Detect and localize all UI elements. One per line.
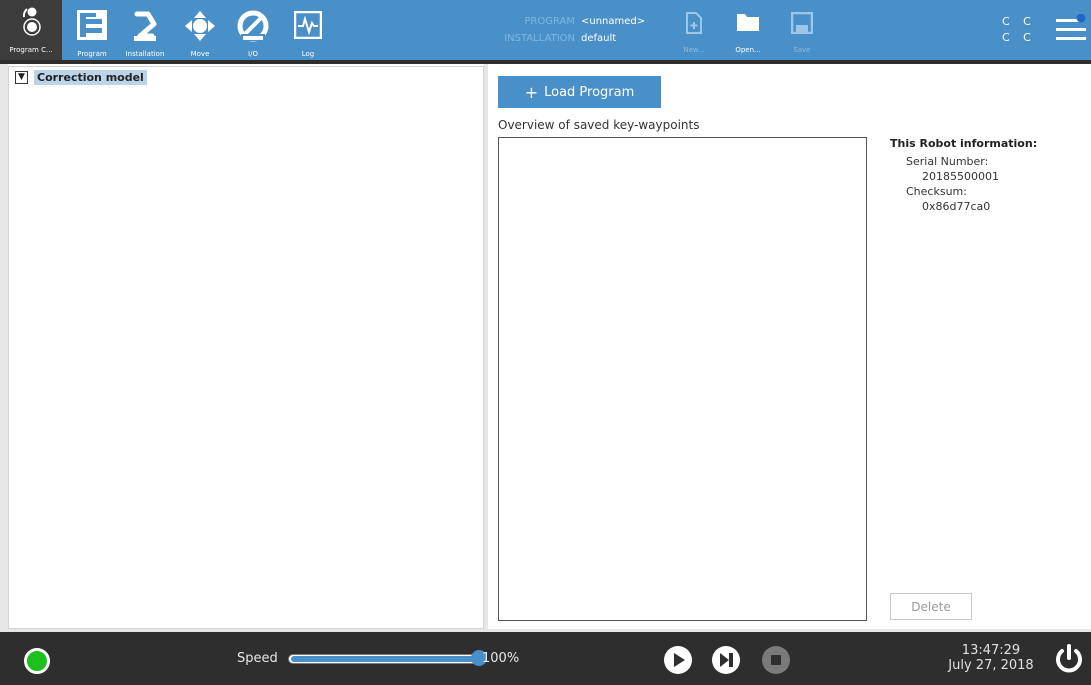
delete-button[interactable]: Delete <box>890 593 972 620</box>
hamburger-menu-button[interactable] <box>1056 13 1086 44</box>
checksum-value: 0x86d77ca0 <box>922 200 991 213</box>
new-file-label: New... <box>683 46 705 54</box>
program-key: PROGRAM <box>524 16 575 27</box>
open-file-button[interactable]: Open... <box>726 0 770 60</box>
play-icon <box>674 653 685 667</box>
serial-number-label: Serial Number: <box>906 155 989 168</box>
io-gauge-icon <box>237 10 269 42</box>
program-tree-panel: ▼ Correction model <box>8 66 484 629</box>
power-button[interactable] <box>1054 644 1084 674</box>
tab-label: I/O <box>248 50 258 58</box>
stop-icon <box>771 655 781 665</box>
plus-icon: + <box>524 82 539 102</box>
robot-status-indicator[interactable] <box>24 648 50 674</box>
stop-button[interactable] <box>762 646 790 674</box>
save-disk-icon <box>791 12 813 34</box>
tab-installation[interactable]: Installation <box>119 0 171 60</box>
clock-time: 13:47:29 <box>961 643 1021 658</box>
tab-label: Log <box>301 50 315 58</box>
checksum-label: Checksum: <box>906 185 967 198</box>
program-tree-icon <box>77 10 107 40</box>
serial-number-value: 20185500001 <box>922 170 999 183</box>
open-file-label: Open... <box>735 46 761 54</box>
installation-name: default <box>581 33 617 44</box>
log-waveform-icon <box>294 11 322 39</box>
program-name: <unnamed> <box>581 16 646 27</box>
tab-label: Program C... <box>9 46 53 54</box>
save-file-button[interactable]: Save <box>780 0 824 60</box>
speed-slider[interactable] <box>288 650 487 666</box>
folder-icon <box>737 14 759 31</box>
speed-slider-fill <box>291 656 479 662</box>
controller-status: C C C C <box>1002 14 1036 46</box>
power-icon <box>1056 644 1082 673</box>
tab-label: Program <box>77 50 107 58</box>
speed-label: Speed <box>237 651 278 666</box>
clock-date: July 27, 2018 <box>948 658 1034 673</box>
tab-log[interactable]: Log <box>288 0 328 60</box>
save-file-label: Save <box>793 46 811 54</box>
waypoint-list[interactable] <box>498 137 867 621</box>
step-button[interactable] <box>712 646 740 674</box>
controller-status-row: C C <box>1002 15 1036 28</box>
new-file-icon <box>686 12 702 34</box>
robot-info-title: This Robot information: <box>890 137 1038 150</box>
controller-status-row: C C <box>1002 31 1036 44</box>
clock: 13:47:29 July 27, 2018 <box>948 643 1034 673</box>
speed-value: 100% <box>482 651 520 666</box>
tab-label: Move <box>190 50 210 58</box>
tab-label: Installation <box>125 50 165 58</box>
bottom-bar: Speed 100% 13:47:29 July 27, 2018 <box>0 632 1091 685</box>
program-status: PROGRAM <unnamed> INSTALLATION default <box>492 13 645 47</box>
tree-node-label[interactable]: Correction model <box>34 70 147 85</box>
play-button[interactable] <box>664 646 692 674</box>
step-icon <box>720 653 733 667</box>
load-program-button[interactable]: + Load Program <box>498 76 661 108</box>
hamburger-menu-icon <box>1056 13 1086 40</box>
urcap-icon <box>22 7 41 36</box>
load-program-label: Load Program <box>544 84 635 100</box>
overview-heading: Overview of saved key-waypoints <box>498 118 700 132</box>
installation-key: INSTALLATION <box>504 33 575 44</box>
top-toolbar: Program C... Program Installation Move I… <box>0 0 1091 64</box>
tab-move[interactable]: Move <box>180 0 220 60</box>
tab-io[interactable]: I/O <box>233 0 273 60</box>
panel-gutter <box>0 64 8 632</box>
robot-arm-icon <box>134 11 157 41</box>
tree-node-correction-model[interactable]: ▼ Correction model <box>15 70 147 85</box>
tab-program[interactable]: Program <box>71 0 113 60</box>
tab-program-correction[interactable]: Program C... <box>0 0 62 60</box>
move-arrows-icon <box>185 11 215 41</box>
tree-expand-toggle[interactable]: ▼ <box>15 71 28 84</box>
new-file-button[interactable]: New... <box>672 0 716 60</box>
correction-panel: + Load Program Overview of saved key-way… <box>488 66 1091 629</box>
